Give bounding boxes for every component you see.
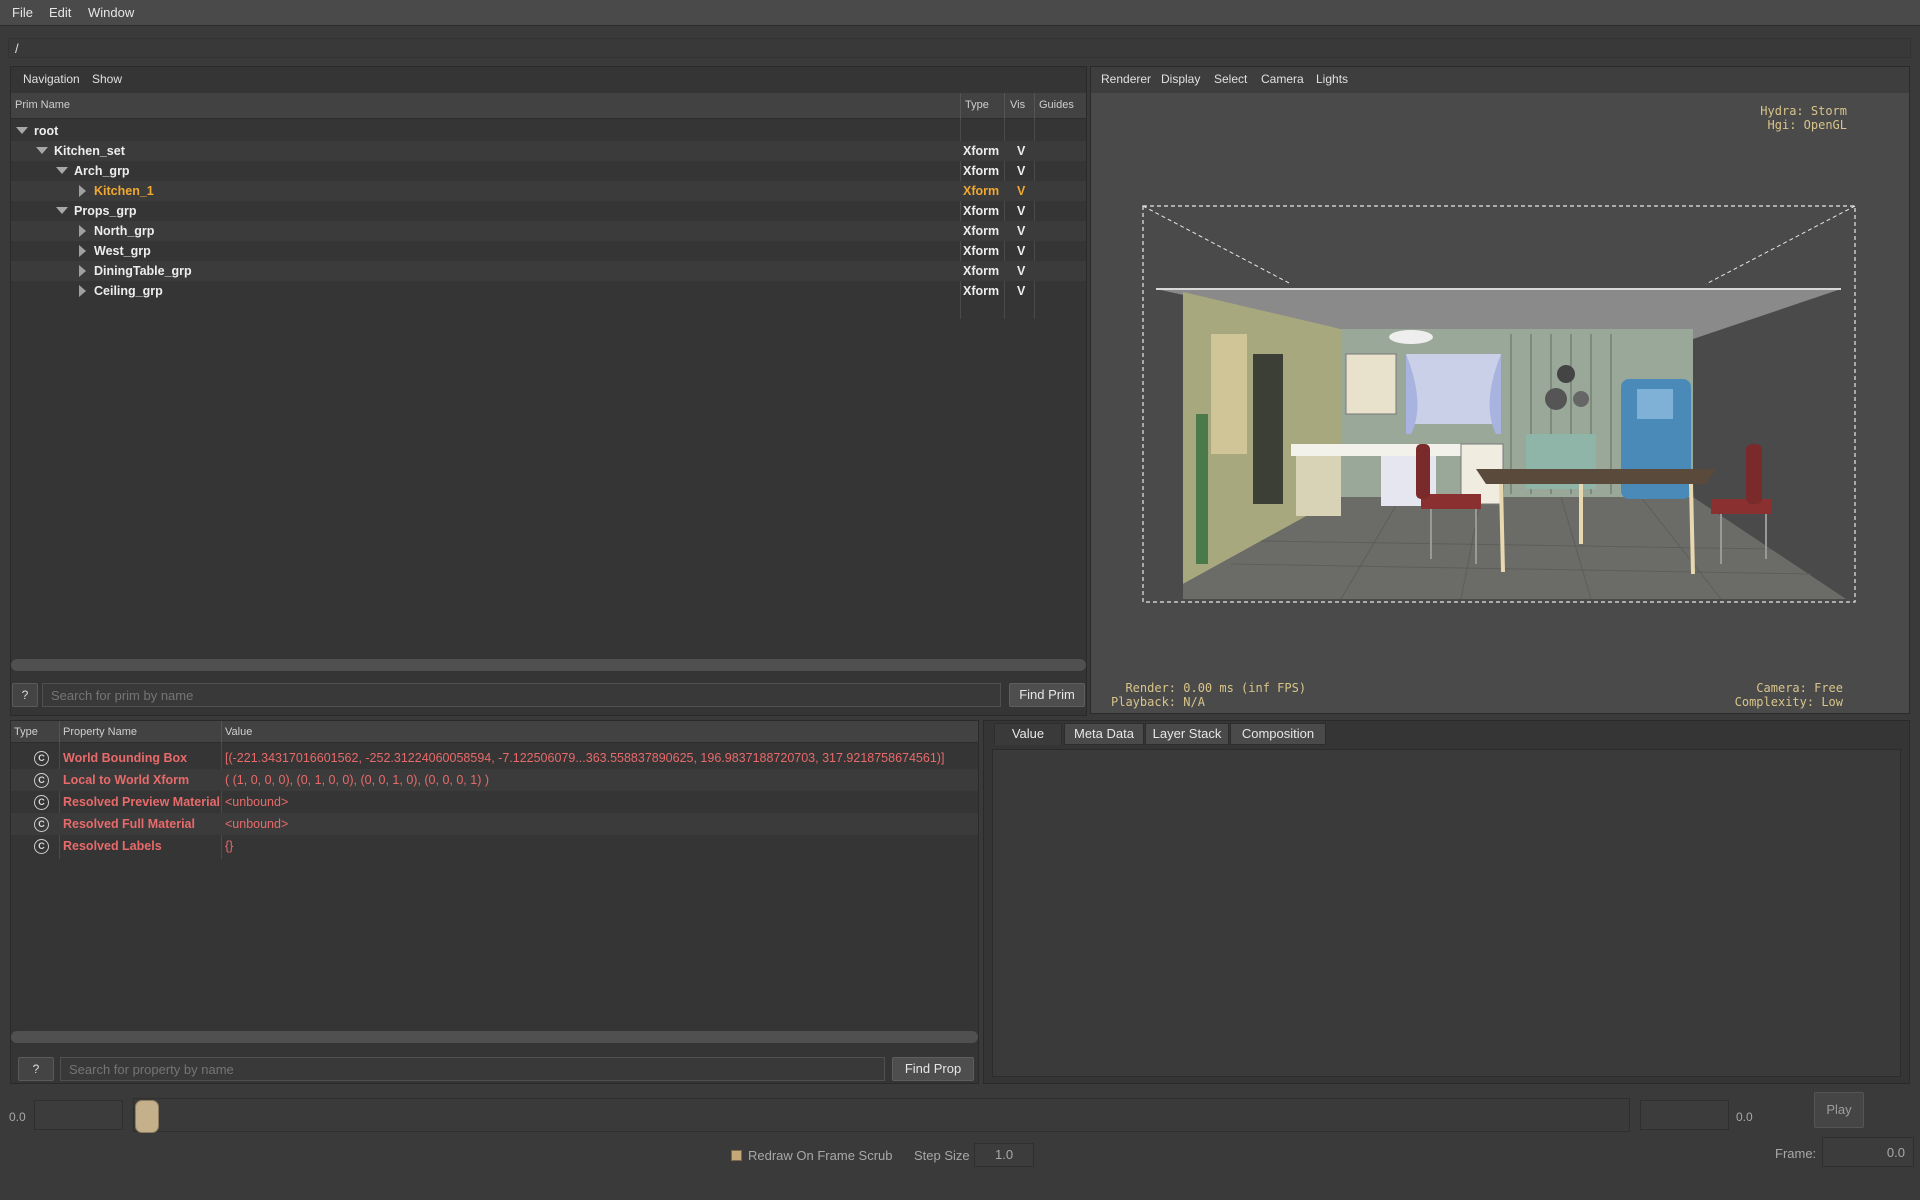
computed-property-icon: C [34,817,49,832]
vis-toggle[interactable]: V [1017,284,1025,298]
viewport[interactable]: Renderer Display Select Camera Lights Hy… [1090,66,1910,714]
tab-meta-data[interactable]: Meta Data [1064,723,1144,745]
expand-arrow-icon[interactable] [79,265,86,277]
tab-value[interactable]: Value [994,723,1062,745]
redraw-checkbox[interactable] [731,1150,742,1161]
property-row-world-bounding-box[interactable]: C World Bounding Box [(-221.343170166015… [11,747,978,769]
prim-row-arch-grp[interactable]: Arch_grp Xform V [11,161,1086,181]
prim-search-input[interactable] [42,683,1001,707]
prim-row-diningtable-grp[interactable]: DiningTable_grp Xform V [11,261,1086,281]
property-horizontal-scrollbar[interactable] [11,1031,978,1043]
property-row-local-to-world-xform[interactable]: C Local to World Xform ( (1, 0, 0, 0), (… [11,769,978,791]
expand-arrow-icon[interactable] [79,185,86,197]
menu-file[interactable]: File [12,5,33,20]
tab-layer-stack[interactable]: Layer Stack [1145,723,1229,745]
computed-property-icon: C [34,773,49,788]
prim-row-kitchen-1[interactable]: Kitchen_1 Xform V [11,181,1086,201]
vis-toggle[interactable]: V [1017,224,1025,238]
display-menu[interactable]: Display [1161,72,1200,86]
range-end-label: 0.0 [1736,1110,1753,1124]
range-begin-label: 0.0 [9,1110,26,1124]
select-menu[interactable]: Select [1214,72,1247,86]
find-prim-button[interactable]: Find Prim [1009,683,1085,707]
hud-renderer-info: Hydra: Storm Hgi: OpenGL [1760,104,1847,132]
col-property-name[interactable]: Property Name [63,726,137,738]
vis-toggle[interactable]: V [1017,144,1025,158]
frame-field[interactable]: 0.0 [1822,1137,1914,1167]
property-row-resolved-labels[interactable]: C Resolved Labels {} [11,835,978,857]
renderer-menu[interactable]: Renderer [1101,72,1151,86]
frame-slider[interactable] [133,1098,1630,1132]
step-size-label: Step Size [914,1148,970,1163]
frame-slider-handle[interactable] [135,1100,159,1133]
prim-row-root[interactable]: root [11,121,1086,141]
col-prop-type[interactable]: Type [14,726,38,738]
step-size-field[interactable]: 1.0 [974,1143,1034,1167]
expand-arrow-icon[interactable] [79,285,86,297]
property-view: Type Property Name Value C World Boundin… [10,720,979,1084]
expand-arrow-icon[interactable] [16,127,28,134]
prim-horizontal-scrollbar[interactable] [11,659,1086,671]
prim-row-props-grp[interactable]: Props_grp Xform V [11,201,1086,221]
prop-search-input[interactable] [60,1057,885,1081]
range-end-field[interactable] [1640,1100,1729,1130]
vis-toggle[interactable]: V [1017,184,1025,198]
menubar: File Edit Window [0,0,1920,26]
computed-property-icon: C [34,839,49,854]
viewport-menubar: Renderer Display Select Camera Lights [1091,67,1909,93]
attribute-inspector: Value Meta Data Layer Stack Composition [983,720,1910,1084]
menu-window[interactable]: Window [88,5,134,20]
navigation-menu[interactable]: Navigation [23,72,80,86]
hud-camera-info: Camera: Free Complexity: Low [1734,681,1843,709]
expand-arrow-icon[interactable] [56,207,68,214]
value-display-area[interactable] [992,749,1901,1077]
col-value[interactable]: Value [225,726,252,738]
hud-render-stats: Render: 0.00 ms (inf FPS) Playback: N/A [1111,681,1307,709]
vis-toggle[interactable]: V [1017,204,1025,218]
col-type[interactable]: Type [965,99,989,111]
property-row-resolved-preview-material[interactable]: C Resolved Preview Material <unbound> [11,791,978,813]
expand-arrow-icon[interactable] [79,225,86,237]
expand-arrow-icon[interactable] [56,167,68,174]
prim-row-north-grp[interactable]: North_grp Xform V [11,221,1086,241]
prim-table-header: Prim Name Type Vis Guides [11,93,1086,119]
prim-row-kitchen-set[interactable]: Kitchen_set Xform V [11,141,1086,161]
find-prop-button[interactable]: Find Prop [892,1057,974,1081]
redraw-label: Redraw On Frame Scrub [748,1148,893,1163]
range-begin-field[interactable] [34,1100,123,1130]
col-prim-name[interactable]: Prim Name [15,99,70,111]
path-field[interactable]: / [8,38,1911,58]
frame-label: Frame: [1775,1146,1817,1161]
vis-toggle[interactable]: V [1017,244,1025,258]
camera-menu[interactable]: Camera [1261,72,1304,86]
prop-search-help-button[interactable]: ? [18,1057,54,1081]
prim-browser: Navigation Show Prim Name Type Vis Guide… [10,66,1087,716]
menu-edit[interactable]: Edit [49,5,71,20]
col-vis[interactable]: Vis [1010,99,1025,111]
expand-arrow-icon[interactable] [79,245,86,257]
show-menu[interactable]: Show [92,72,122,86]
computed-property-icon: C [34,795,49,810]
property-row-resolved-full-material[interactable]: C Resolved Full Material <unbound> [11,813,978,835]
property-table-header: Type Property Name Value [11,721,978,743]
col-guides[interactable]: Guides [1039,99,1074,111]
prim-row-ceiling-grp[interactable]: Ceiling_grp Xform V [11,281,1086,301]
expand-arrow-icon[interactable] [36,147,48,154]
vis-toggle[interactable]: V [1017,164,1025,178]
vis-toggle[interactable]: V [1017,264,1025,278]
lights-menu[interactable]: Lights [1316,72,1348,86]
computed-property-icon: C [34,751,49,766]
kitchen-scene-render [1142,205,1856,603]
prim-search-help-button[interactable]: ? [12,683,38,707]
tab-composition[interactable]: Composition [1230,723,1326,745]
prim-row-west-grp[interactable]: West_grp Xform V [11,241,1086,261]
play-button[interactable]: Play [1814,1092,1864,1128]
